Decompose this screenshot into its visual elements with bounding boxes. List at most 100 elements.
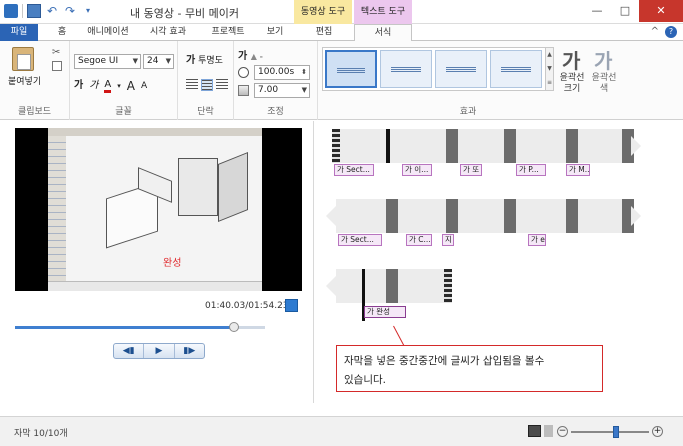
zoom-in-button[interactable]: + [652, 426, 663, 437]
qat-dropdown-icon[interactable]: ▾ [81, 4, 95, 18]
tab-file[interactable]: 파일 [0, 24, 38, 41]
clip-frame [386, 269, 398, 303]
outline-size-icon[interactable]: 가 [562, 45, 580, 74]
tab-format[interactable]: 서식 [354, 24, 412, 42]
help-icon[interactable]: ? [665, 26, 677, 38]
tab-project[interactable]: 프로젝트 [202, 24, 254, 41]
alignment-buttons [186, 79, 228, 91]
paste-icon[interactable] [12, 47, 34, 71]
duration-icon [238, 85, 249, 96]
clipboard-group: 붙여넣기 ✂ 클립보드 [0, 41, 70, 120]
ribbon-collapse-button[interactable]: ^ [651, 26, 659, 38]
zoom-out-button[interactable]: − [557, 426, 568, 437]
italic-button[interactable]: 가 [89, 79, 98, 93]
align-center-icon[interactable] [201, 79, 213, 91]
caption-clip[interactable]: 가 M... [566, 164, 590, 176]
chevron-down-icon: ▼ [165, 57, 171, 65]
clip-frame [446, 129, 458, 163]
film-end-marker [444, 269, 452, 303]
caption-clip[interactable]: 가 Sect... [334, 164, 374, 176]
effects-group-label: 효과 [459, 107, 477, 117]
font-color-button[interactable]: A [104, 79, 112, 93]
effect-option-fly-in[interactable] [490, 50, 542, 88]
tab-visual-effects[interactable]: 시각 효과 [142, 24, 194, 41]
chevron-down-icon: ▼ [132, 57, 138, 65]
save-icon[interactable] [27, 4, 41, 18]
clip-split-marker [386, 129, 390, 163]
font-format-buttons: 가 가 A ▾ A A [74, 79, 147, 93]
spinner-icon[interactable]: ⬍ [301, 66, 307, 79]
shrink-font-button[interactable]: A [141, 79, 147, 93]
redo-icon[interactable]: ↷ [63, 4, 77, 18]
caption-clip[interactable]: 가 C... [406, 234, 432, 246]
align-right-icon[interactable] [216, 79, 228, 91]
clip-frame [566, 129, 578, 163]
seek-thumb[interactable] [229, 322, 239, 332]
effect-option-scroll-left[interactable] [435, 50, 487, 88]
caption-clip[interactable]: 가 Sect... [338, 234, 382, 246]
grow-font-button[interactable]: A [127, 79, 135, 93]
fullscreen-icon[interactable] [285, 299, 298, 312]
caption-clip-selected[interactable]: 가 완성 [364, 306, 406, 318]
clip-frame [504, 129, 516, 163]
transparency-button[interactable]: 가 투명도 [186, 51, 223, 66]
model-tower-side [218, 151, 248, 223]
tab-view[interactable]: 보기 [260, 24, 290, 41]
video-tools-context-tab: 동영상 도구 [294, 0, 352, 24]
next-frame-button[interactable]: ▮▶ [175, 344, 204, 358]
close-button[interactable]: ✕ [639, 0, 683, 22]
caption-clip[interactable]: 지 [442, 234, 454, 246]
clipboard-group-label: 클립보드 [17, 107, 52, 117]
duration-input[interactable]: 7.00 ▼ [254, 83, 310, 98]
gallery-scroll-buttons[interactable]: ▲ ▼ ≡ [545, 47, 554, 91]
storyboard-view-icon[interactable] [528, 425, 541, 437]
adjust-group-label: 조정 [267, 107, 284, 117]
sketchup-toolbar [48, 128, 262, 136]
font-size-select[interactable]: 24 ▼ [143, 54, 174, 69]
cut-icon[interactable]: ✂ [52, 47, 60, 58]
outline-color-icon[interactable]: 가 [594, 45, 612, 74]
chevron-down-icon: ▼ [301, 86, 307, 94]
zoom-slider[interactable] [571, 426, 649, 438]
video-preview[interactable]: 완성 [15, 128, 302, 291]
row-continue-arrow [326, 206, 336, 226]
tab-animation[interactable]: 애니메이션 [82, 24, 134, 41]
effect-option-shadow[interactable] [380, 50, 432, 88]
tab-edit[interactable]: 편집 [296, 24, 352, 41]
thumbnail-size-icon[interactable] [544, 425, 553, 437]
movie-maker-app-icon[interactable] [4, 4, 18, 18]
clip-frame [446, 199, 458, 233]
maximize-button[interactable]: □ [611, 0, 639, 22]
undo-icon[interactable]: ↶ [45, 4, 59, 18]
bold-button[interactable]: 가 [74, 79, 83, 93]
seek-bar-progress [15, 326, 234, 329]
seek-bar[interactable] [15, 322, 265, 332]
font-color-dropdown[interactable]: ▾ [117, 79, 121, 93]
outline-size-button[interactable]: 윤곽선 크기 [556, 73, 588, 95]
clip-strip-row2[interactable] [336, 199, 631, 233]
start-time-input[interactable]: 100.00s ⬍ [254, 65, 310, 80]
video-caption: 완성 [163, 258, 182, 269]
previous-frame-button[interactable]: ◀▮ [114, 344, 145, 358]
copy-icon[interactable] [52, 61, 62, 71]
caption-clip[interactable]: 가 또 [460, 164, 482, 176]
effect-option-plain[interactable] [325, 50, 377, 88]
minimize-button[interactable]: — [583, 0, 611, 22]
text-background-icon[interactable]: 가 ▲ - [238, 47, 263, 62]
zoom-slider-thumb[interactable] [613, 426, 620, 438]
font-family-select[interactable]: Segoe UI ▼ [74, 54, 141, 69]
adjust-group: 가 ▲ - 100.00s ⬍ 7.00 ▼ 조정 [234, 41, 318, 120]
tab-home[interactable]: 홈 [50, 24, 74, 41]
caption-clip[interactable]: 가 이... [402, 164, 432, 176]
ribbon: 붙여넣기 ✂ 클립보드 Segoe UI ▼ 24 ▼ 가 가 A ▾ A A … [0, 41, 683, 120]
clip-strip-row1[interactable] [336, 129, 631, 163]
paste-button[interactable]: 붙여넣기 [8, 74, 41, 87]
caption-clip[interactable]: 가 e [528, 234, 546, 246]
ribbon-right-controls: ^ ? [651, 26, 677, 38]
caption-clip[interactable]: 가 P... [516, 164, 546, 176]
preview-pane: 완성 01:40.03/01:54.23 ◀▮ ▶ ▮▶ [0, 121, 312, 403]
play-button[interactable]: ▶ [144, 344, 175, 358]
sketchup-status-bar [48, 281, 262, 291]
align-left-icon[interactable] [186, 79, 198, 91]
outline-color-button[interactable]: 윤곽선 색 [588, 73, 620, 95]
